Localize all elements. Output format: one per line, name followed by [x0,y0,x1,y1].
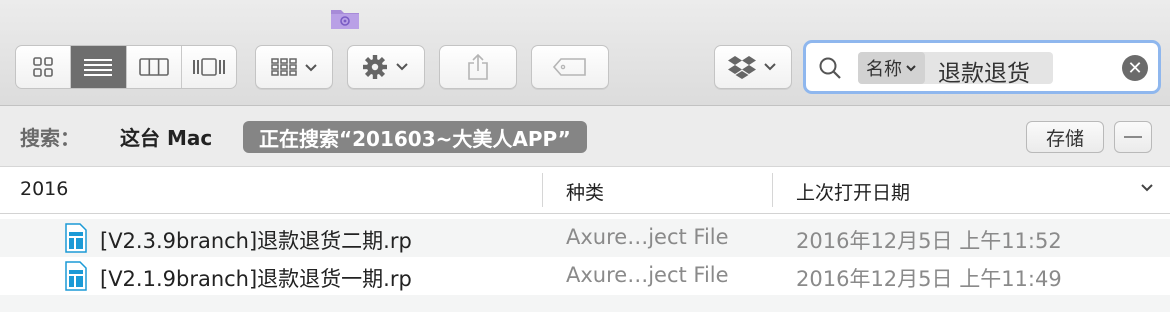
gear-icon [363,55,408,79]
list-icon [84,59,113,76]
share-icon [468,53,488,80]
search-token-key-label: 名称 [866,59,902,80]
column-divider[interactable] [772,173,773,207]
column-divider[interactable] [542,173,543,207]
chevron-down-icon [906,65,916,72]
column-date-header[interactable]: 上次打开日期 [796,178,910,205]
clear-search-button[interactable]: ✕ [1122,55,1148,81]
arrange-icon [271,58,317,76]
file-last-opened: 2016年12月5日 上午11:52 [796,229,1062,253]
share-button[interactable] [439,45,517,89]
grid-icon [33,57,53,77]
axure-file-icon [65,261,87,291]
scope-label: 搜索： [20,126,80,150]
search-token-value: 退款退货 [938,61,1030,87]
scope-current-search[interactable]: 正在搜索“201603~大美人APP” [243,121,587,153]
file-row[interactable]: [V2.3.9branch]退款退货二期.rp Axure…ject File … [0,219,1170,257]
tag-icon [552,58,586,76]
list-view-button[interactable] [71,46,127,88]
view-mode-segmented-control [15,45,237,89]
axure-file-icon [65,223,87,253]
search-icon [819,57,841,79]
scope-this-mac[interactable]: 这台 Mac [120,122,212,151]
cover-flow-view-button[interactable] [182,46,236,88]
search-field[interactable]: 名称 退款退货 ✕ [803,40,1161,94]
column-name-header[interactable]: 2016 [20,178,68,200]
arrange-button[interactable] [255,45,333,89]
toolbar: 名称 退款退货 ✕ [0,0,1170,106]
folder-icon [331,10,359,29]
close-icon: ✕ [1127,57,1143,79]
remove-criteria-button[interactable] [1114,121,1152,153]
dropbox-icon [728,56,776,79]
file-name: [V2.1.9branch]退款退货一期.rp [100,267,412,291]
cover-flow-icon [192,58,225,76]
icon-view-button[interactable] [16,46,72,88]
search-token-key[interactable]: 名称 [858,52,925,84]
column-kind-header[interactable]: 种类 [566,178,604,205]
column-view-button[interactable] [127,46,182,88]
tags-button[interactable] [531,45,609,89]
search-scope-bar: 搜索： 这台 Mac 正在搜索“201603~大美人APP” 存储 [0,106,1170,167]
minus-icon [1124,136,1142,138]
save-search-button[interactable]: 存储 [1026,121,1104,153]
chevron-down-icon[interactable] [1140,182,1154,194]
column-header: 2016 种类 上次打开日期 [0,167,1170,214]
file-row[interactable]: [V2.1.9branch]退款退货一期.rp Axure…ject File … [0,257,1170,295]
columns-icon [138,58,169,76]
file-last-opened: 2016年12月5日 上午11:49 [796,267,1062,291]
dropbox-button[interactable] [714,45,792,89]
empty-row [0,295,1170,312]
file-kind: Axure…ject File [566,225,729,249]
file-name: [V2.3.9branch]退款退货二期.rp [100,229,412,253]
file-kind: Axure…ject File [566,263,729,287]
search-token[interactable]: 名称 退款退货 [858,52,1053,87]
action-button[interactable] [347,45,425,89]
